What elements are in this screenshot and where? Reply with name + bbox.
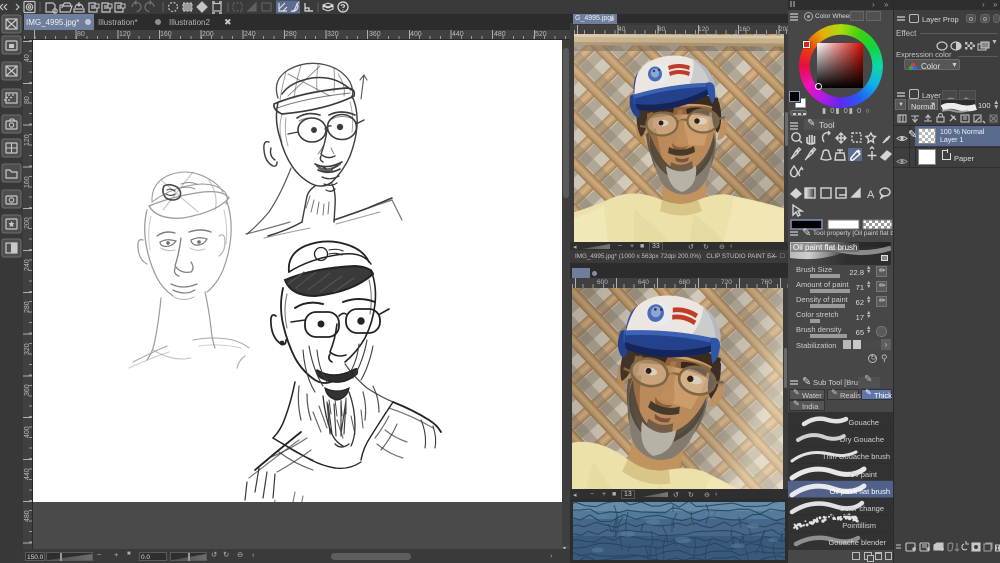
svg-text:A: A [867, 189, 875, 201]
